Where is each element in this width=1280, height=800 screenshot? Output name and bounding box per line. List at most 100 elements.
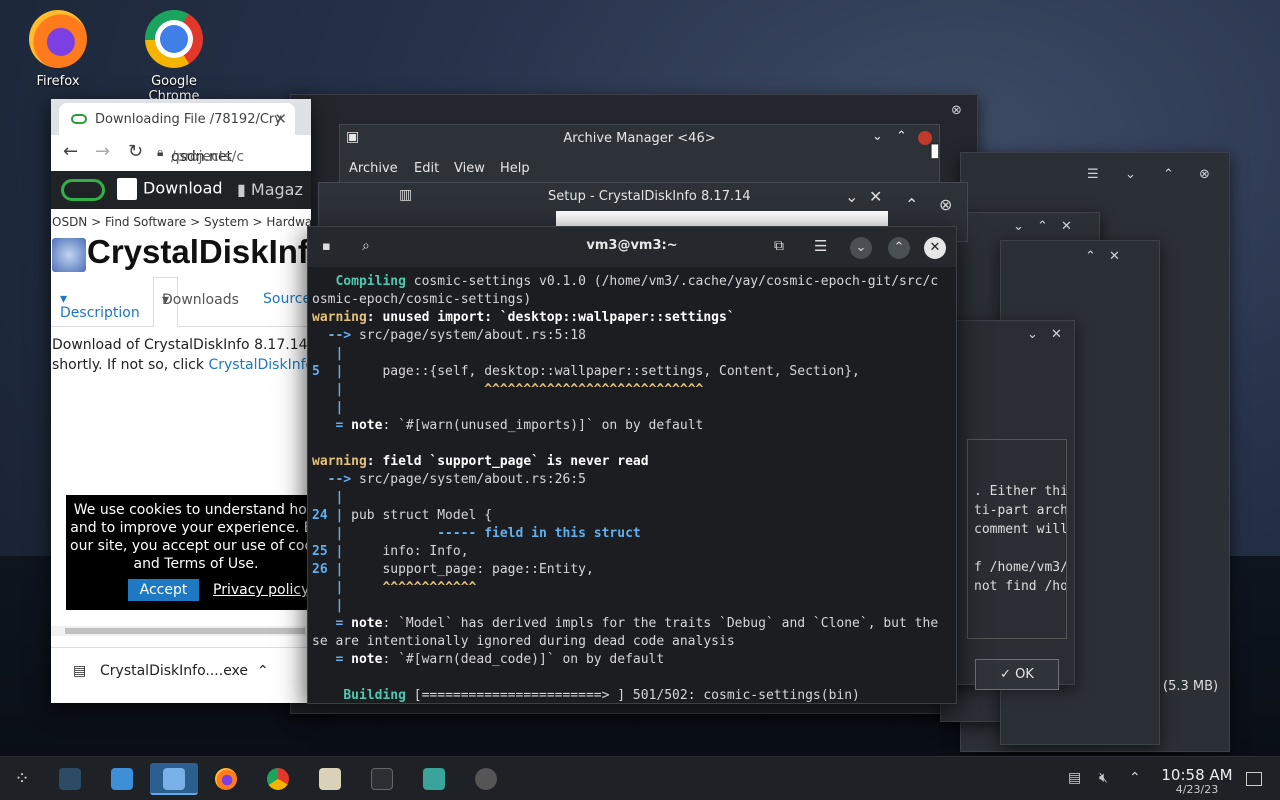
- maximize-icon[interactable]: ⌃: [896, 129, 907, 144]
- menu-edit[interactable]: Edit: [414, 161, 439, 176]
- chrome-window[interactable]: Downloading File /78192/Cry ✕ ← → ↻ 🔒︎ o…: [51, 99, 311, 703]
- tab-label: Description: [60, 305, 140, 321]
- reload-icon[interactable]: ↻: [128, 141, 143, 162]
- privacy-policy-link[interactable]: Privacy policy: [213, 581, 309, 599]
- close-icon[interactable]: ✕: [869, 187, 882, 206]
- dialog-line: f /home/vm3/D: [974, 560, 1067, 575]
- osdn-logo[interactable]: [61, 179, 105, 201]
- close-button[interactable]: ✕: [924, 237, 946, 259]
- browser-tab[interactable]: Downloading File /78192/Cry ✕: [59, 103, 295, 135]
- magazine-link[interactable]: ▮ Magaz: [237, 180, 303, 199]
- osdn-navbar: Download ▮ Magaz: [51, 171, 311, 209]
- clock-date[interactable]: 4/23/23: [1150, 783, 1244, 796]
- close-icon[interactable]: ⊗: [951, 103, 962, 118]
- tab-source[interactable]: Source: [263, 291, 311, 307]
- minimize-button[interactable]: ⌄: [850, 237, 872, 259]
- firefox-icon: [29, 10, 87, 68]
- chevron-up-icon[interactable]: ⌃: [1163, 167, 1174, 182]
- clock-time[interactable]: 10:58 AM: [1150, 766, 1244, 784]
- download-link[interactable]: CrystalDiskInfo8_: [208, 357, 311, 373]
- taskbar-settings[interactable]: [53, 763, 87, 795]
- right-dialog: ⌄ ✕ . Either this ti-part archi comment …: [940, 320, 1075, 685]
- chevron-up-icon[interactable]: ⌃: [1129, 770, 1141, 786]
- taskbar-terminal[interactable]: [365, 763, 399, 795]
- terminal-output[interactable]: Compiling cosmic-settings v0.1.0 (/home/…: [308, 267, 956, 703]
- tab-strip: Downloading File /78192/Cry ✕: [51, 99, 311, 135]
- dialog-line: comment will: [974, 522, 1067, 537]
- desktop-icon-firefox[interactable]: Firefox: [8, 10, 108, 89]
- taskbar-store[interactable]: [105, 763, 139, 795]
- close-icon[interactable]: ✕: [1061, 219, 1072, 234]
- browser-toolbar: ← → ↻ 🔒︎ osdn.net/projects/c: [51, 135, 311, 171]
- window-title: Archive Manager <46>: [563, 131, 716, 146]
- minimize-icon[interactable]: ⌄: [845, 187, 858, 206]
- chevron-up-icon[interactable]: ⌃: [257, 663, 269, 679]
- project-tabs: Description ▾ Downloads ▾ Source: [51, 277, 311, 327]
- taskbar-files[interactable]: [150, 763, 198, 795]
- download-item[interactable]: CrystalDiskInfo....exe: [100, 663, 248, 679]
- dialog-line: . Either this: [974, 484, 1067, 499]
- new-tab-icon[interactable]: ⧉: [774, 238, 784, 254]
- download-message-line: Download of CrystalDiskInfo 8.17.14 Will: [52, 337, 311, 353]
- taskbar-chrome[interactable]: [261, 763, 295, 795]
- close-icon[interactable]: ⊗: [1199, 167, 1210, 182]
- size-label: (5.3 MB): [1163, 679, 1219, 694]
- menu-icon[interactable]: ☰: [1087, 167, 1099, 182]
- tab-description[interactable]: Description ▾: [60, 291, 140, 321]
- taskbar-window[interactable]: [469, 763, 503, 795]
- horizontal-scrollbar[interactable]: [51, 626, 311, 636]
- lock-icon: 🔒︎: [157, 145, 164, 159]
- minimize-icon[interactable]: ⌄: [872, 129, 883, 144]
- url-path: /projects/c: [171, 149, 245, 165]
- chevron-down-icon[interactable]: ⌄: [1013, 219, 1024, 234]
- archive-app-icon: ▣: [346, 129, 360, 145]
- clipboard-icon[interactable]: ▤: [1068, 770, 1081, 786]
- accept-cookies-button[interactable]: Accept: [128, 579, 199, 601]
- desktop-icon-chrome[interactable]: Google Chrome: [124, 10, 224, 104]
- dialog-line: ti-part archi: [974, 503, 1067, 518]
- chrome-icon: [267, 768, 289, 790]
- page-title: CrystalDiskInfo: [51, 229, 311, 272]
- taskbar-setup[interactable]: [417, 763, 451, 795]
- show-desktop-icon[interactable]: [1246, 772, 1262, 786]
- desktop-icon-label: Firefox: [36, 74, 80, 89]
- tab-downloads[interactable]: Downloads ▾: [153, 277, 239, 327]
- desktop: Firefox Google Chrome ⊗ ☰ ⌄ ⌃ ⊗ ⌄ ⌃ ✕ ⌃ …: [0, 0, 1280, 756]
- close-icon[interactable]: ✕: [1051, 327, 1062, 342]
- chevron-up-icon[interactable]: ⌃: [905, 195, 918, 214]
- archive-manager-window[interactable]: ▣ Archive Manager <46> ⌄ ⌃ Archive Edit …: [339, 124, 940, 184]
- breadcrumb[interactable]: OSDN > Find Software > System > Hardware: [51, 209, 311, 229]
- mouse-cursor: ▮: [930, 140, 940, 161]
- file-icon: ▤: [73, 663, 87, 679]
- menu-icon[interactable]: ☰: [814, 237, 827, 255]
- terminal-headerbar: ▪ ⌕ vm3@vm3:~ ⧉ ☰ ⌄ ⌃ ✕: [308, 227, 956, 267]
- menu-archive[interactable]: Archive: [349, 161, 398, 176]
- page-title-text: CrystalDiskInfo: [87, 233, 311, 270]
- maximize-button[interactable]: ⌃: [888, 237, 910, 259]
- chevron-down-icon[interactable]: ⌄: [1125, 167, 1136, 182]
- download-nav-button[interactable]: Download: [117, 178, 223, 200]
- ok-button[interactable]: ✓ OK: [975, 659, 1059, 690]
- scrollbar-thumb[interactable]: [65, 628, 305, 634]
- menu-help[interactable]: Help: [500, 161, 530, 176]
- setup-icon: [423, 768, 445, 790]
- chrome-icon: [145, 10, 203, 68]
- back-icon[interactable]: ←: [63, 141, 78, 162]
- chevron-down-icon[interactable]: ⌄: [1027, 327, 1038, 342]
- download-shelf: ▤ CrystalDiskInfo....exe ⌃: [51, 647, 311, 703]
- volume-muted-icon[interactable]: 🔇︎: [1099, 770, 1108, 786]
- forward-icon[interactable]: →: [95, 141, 110, 162]
- archive-titlebar: ▣ Archive Manager <46> ⌄ ⌃: [340, 125, 939, 153]
- close-tab-icon[interactable]: ✕: [274, 110, 287, 128]
- close-icon[interactable]: ⊗: [939, 195, 952, 214]
- cookie-text: and Terms of Use.: [133, 556, 259, 572]
- chevron-up-icon[interactable]: ⌃: [1037, 219, 1048, 234]
- taskbar-archive[interactable]: [313, 763, 347, 795]
- app-launcher-icon[interactable]: ⁘: [5, 763, 39, 795]
- close-icon[interactable]: ✕: [1109, 249, 1120, 264]
- taskbar-firefox[interactable]: [209, 763, 243, 795]
- menu-view[interactable]: View: [454, 161, 485, 176]
- terminal-window[interactable]: ▪ ⌕ vm3@vm3:~ ⧉ ☰ ⌄ ⌃ ✕ Compiling cosmic…: [307, 226, 957, 704]
- chevron-up-icon[interactable]: ⌃: [1085, 249, 1096, 264]
- settings-icon: [59, 768, 81, 790]
